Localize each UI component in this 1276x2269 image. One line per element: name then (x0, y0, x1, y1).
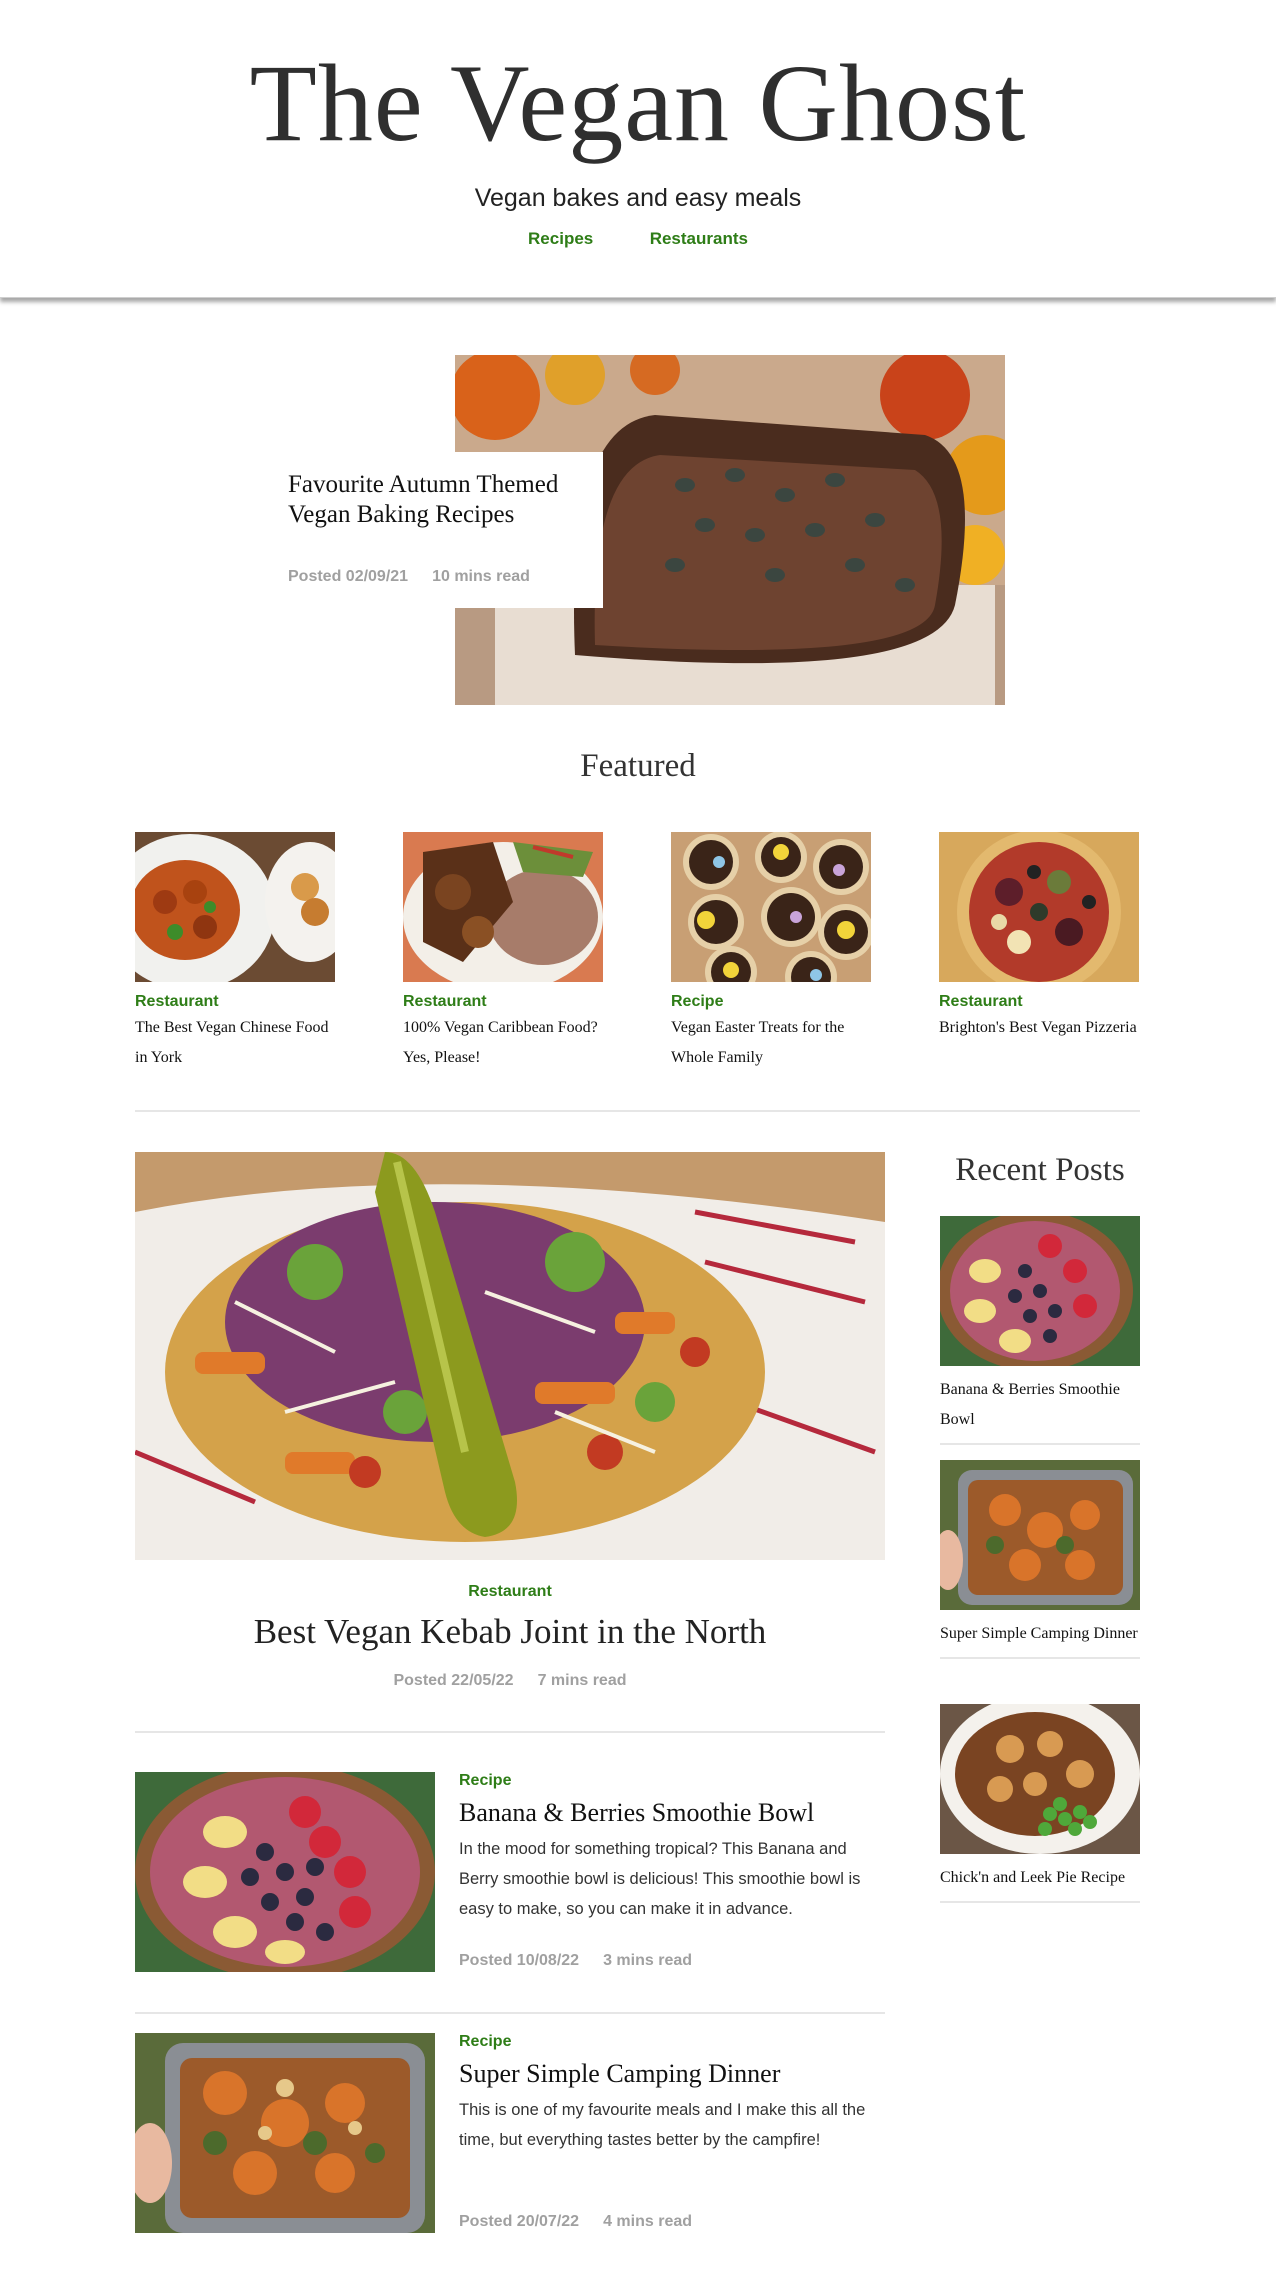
hero-card[interactable]: Favourite Autumn Themed Vegan Baking Rec… (268, 452, 603, 608)
featured-image[interactable] (135, 832, 335, 982)
post-title[interactable]: Banana & Berries Smoothie Bowl (459, 1798, 889, 1828)
post-item[interactable]: Recipe Super Simple Camping Dinner This … (459, 2033, 889, 2233)
featured-image[interactable] (671, 832, 871, 982)
featured-title[interactable]: 100% Vegan Caribbean Food? Yes, Please! (403, 1013, 603, 1073)
site-header: The Vegan Ghost Vegan bakes and easy mea… (0, 0, 1276, 298)
recent-post-image[interactable] (940, 1704, 1140, 1854)
post-meta: Posted 20/07/22 4 mins read (459, 2213, 692, 2231)
post-image[interactable] (135, 2033, 435, 2233)
post-date: Posted 10/08/22 (459, 1952, 580, 1969)
featured-category[interactable]: Recipe (671, 993, 871, 1011)
main-nav: Recipes Restaurants (0, 229, 1276, 249)
nav-restaurants[interactable]: Restaurants (650, 229, 748, 249)
featured-item[interactable]: Recipe Vegan Easter Treats for the Whole… (671, 832, 871, 1073)
recent-post-image[interactable] (940, 1460, 1140, 1610)
post-excerpt: This is one of my favourite meals and I … (459, 2101, 866, 2149)
hero-meta: Posted 02/09/21 10 mins read (288, 568, 530, 586)
featured-image[interactable] (403, 832, 603, 982)
divider (940, 1901, 1140, 1903)
read-time: 3 mins read (603, 1952, 693, 1969)
read-time: 7 mins read (537, 1672, 627, 1689)
featured-heading: Featured (580, 748, 696, 784)
recent-post-title[interactable]: Super Simple Camping Dinner (940, 1619, 1140, 1649)
featured-image[interactable] (939, 832, 1139, 982)
post-category[interactable]: Recipe (459, 2033, 889, 2051)
featured-item[interactable]: Restaurant Brighton's Best Vegan Pizzeri… (939, 832, 1139, 1043)
hero-title[interactable]: Favourite Autumn Themed Vegan Baking Rec… (288, 470, 583, 530)
featured-title[interactable]: Brighton's Best Vegan Pizzeria (939, 1013, 1139, 1043)
featured-title[interactable]: The Best Vegan Chinese Food in York (135, 1013, 335, 1073)
post-meta: Posted 10/08/22 3 mins read (459, 1952, 692, 1970)
main-post-image[interactable] (135, 1152, 885, 1560)
recent-post-item[interactable]: Chick'n and Leek Pie Recipe (940, 1704, 1140, 1903)
divider (135, 2012, 885, 2014)
divider (135, 1110, 1140, 1112)
recent-post-title[interactable]: Banana & Berries Smoothie Bowl (940, 1375, 1140, 1435)
divider (135, 1731, 885, 1733)
featured-title[interactable]: Vegan Easter Treats for the Whole Family (671, 1013, 871, 1073)
site-tagline: Vegan bakes and easy meals (474, 184, 802, 212)
main-post-title[interactable]: Best Vegan Kebab Joint in the North (135, 1612, 885, 1652)
post-item[interactable]: Recipe Banana & Berries Smoothie Bowl In… (459, 1772, 889, 1972)
recent-post-item[interactable]: Banana & Berries Smoothie Bowl (940, 1216, 1140, 1445)
post-image[interactable] (135, 1772, 435, 1972)
divider (940, 1443, 1140, 1445)
featured-item[interactable]: Restaurant The Best Vegan Chinese Food i… (135, 832, 335, 1073)
nav-recipes[interactable]: Recipes (528, 229, 593, 249)
post-date: Posted 20/07/22 (459, 2213, 580, 2230)
main-post-category[interactable]: Restaurant (135, 1583, 885, 1601)
read-time: 4 mins read (603, 2213, 693, 2230)
post-date: Posted 22/05/22 (393, 1672, 514, 1689)
main-post-meta: Posted 22/05/22 7 mins read (135, 1672, 885, 1690)
post-excerpt: In the mood for something tropical? This… (459, 1840, 861, 1918)
site-title[interactable]: The Vegan Ghost (0, 38, 1276, 168)
post-date: Posted 02/09/21 (288, 568, 409, 585)
post-category[interactable]: Recipe (459, 1772, 889, 1790)
divider (940, 1657, 1140, 1659)
read-time: 10 mins read (432, 568, 530, 585)
recent-posts-heading: Recent Posts (955, 1152, 1125, 1188)
recent-post-title[interactable]: Chick'n and Leek Pie Recipe (940, 1863, 1140, 1893)
featured-category[interactable]: Restaurant (135, 993, 335, 1011)
recent-post-item[interactable]: Super Simple Camping Dinner (940, 1460, 1140, 1659)
featured-category[interactable]: Restaurant (939, 993, 1139, 1011)
post-title[interactable]: Super Simple Camping Dinner (459, 2059, 889, 2089)
featured-item[interactable]: Restaurant 100% Vegan Caribbean Food? Ye… (403, 832, 603, 1073)
recent-post-image[interactable] (940, 1216, 1140, 1366)
featured-category[interactable]: Restaurant (403, 993, 603, 1011)
